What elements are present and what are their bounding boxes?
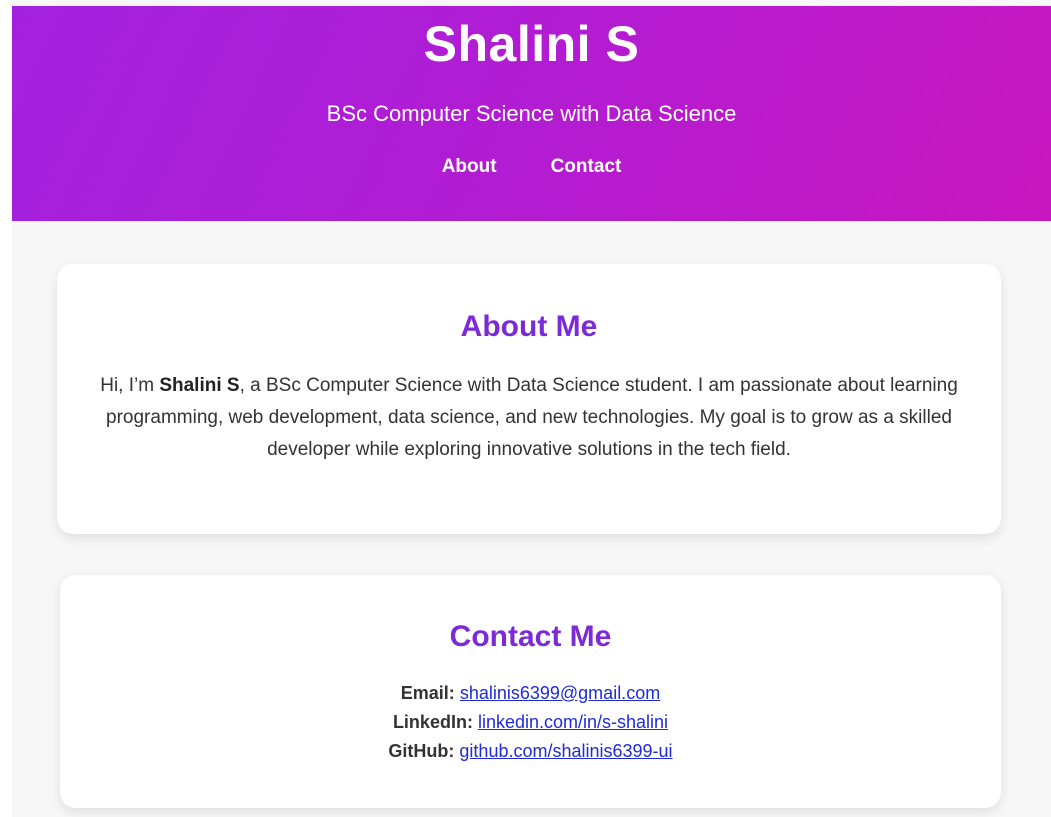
about-card: About Me Hi, I’m Shalini S, a BSc Comput… bbox=[57, 264, 1001, 534]
contact-row-github: GitHub: github.com/shalinis6399-ui bbox=[60, 737, 1001, 766]
nav-link-contact[interactable]: Contact bbox=[551, 155, 622, 179]
nav-link-about[interactable]: About bbox=[442, 155, 497, 179]
linkedin-link[interactable]: linkedin.com/in/s-shalini bbox=[478, 712, 668, 732]
page: Shalini S BSc Computer Science with Data… bbox=[12, 0, 1051, 817]
linkedin-label: LinkedIn: bbox=[392, 712, 473, 732]
site-title: Shalini S bbox=[423, 16, 640, 72]
contact-row-linkedin: LinkedIn: linkedin.com/in/s-shalini bbox=[60, 708, 1001, 737]
about-name: Shalini S bbox=[159, 375, 240, 396]
email-label: Email: bbox=[400, 683, 455, 703]
about-text: Hi, I’m Shalini S, a BSc Computer Scienc… bbox=[97, 370, 961, 466]
main-nav: About Contact bbox=[12, 155, 1051, 179]
contact-list: Email: shalinis6399@gmail.com LinkedIn: … bbox=[60, 679, 1001, 766]
contact-title: Contact Me bbox=[449, 620, 612, 653]
email-link[interactable]: shalinis6399@gmail.com bbox=[460, 683, 660, 703]
contact-row-email: Email: shalinis6399@gmail.com bbox=[60, 679, 1001, 708]
site-subtitle: BSc Computer Science with Data Science bbox=[326, 101, 737, 126]
about-title: About Me bbox=[460, 310, 598, 343]
site-header: Shalini S BSc Computer Science with Data… bbox=[12, 6, 1051, 221]
about-intro: Hi, I’m bbox=[100, 375, 160, 396]
github-link[interactable]: github.com/shalinis6399-ui bbox=[459, 741, 672, 761]
github-label: GitHub: bbox=[388, 741, 455, 761]
contact-card: Contact Me Email: shalinis6399@gmail.com… bbox=[60, 575, 1001, 808]
